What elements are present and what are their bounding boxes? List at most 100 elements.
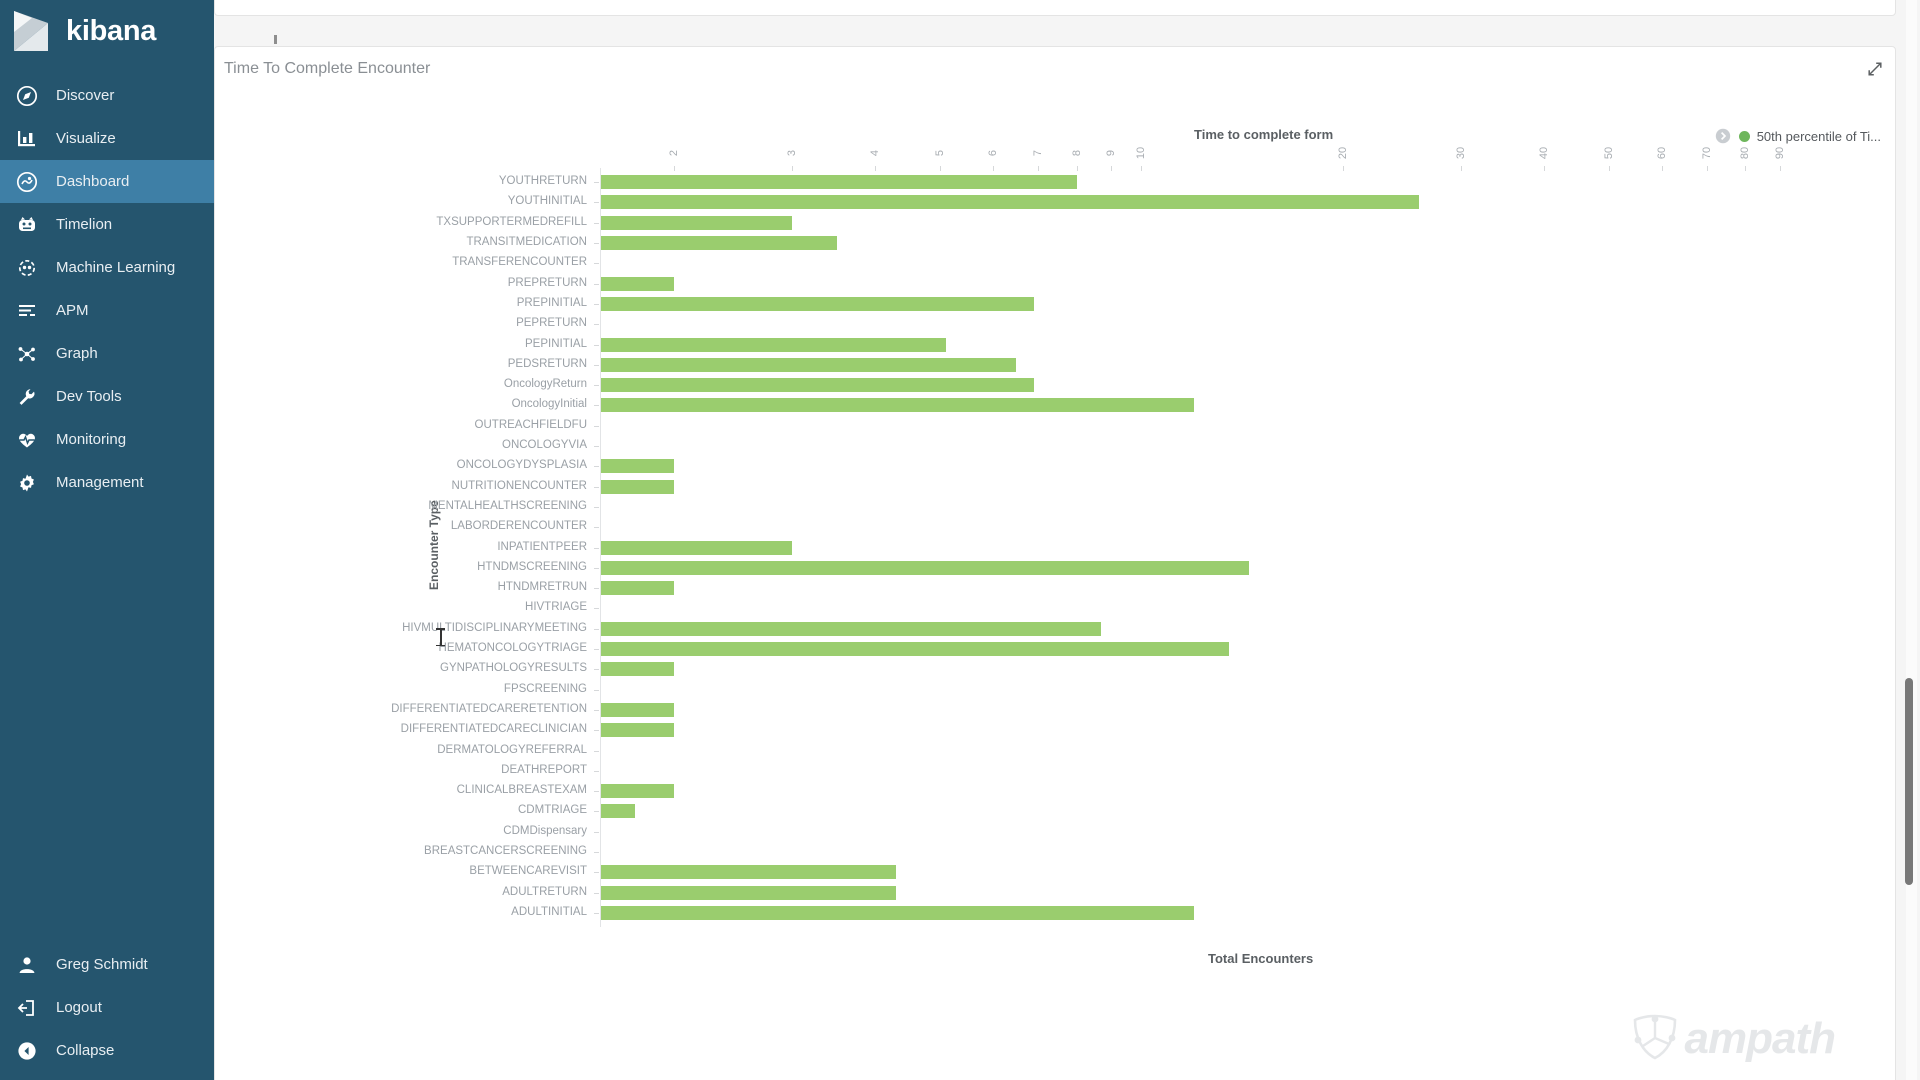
bar[interactable] xyxy=(600,357,1017,372)
bar[interactable] xyxy=(600,723,675,738)
bar[interactable] xyxy=(600,560,1250,575)
x-axis-tick-label: 3 xyxy=(785,149,798,157)
bar[interactable] xyxy=(600,642,1229,657)
y-axis-category-label: CDMDispensary xyxy=(503,824,587,837)
bar[interactable] xyxy=(600,865,897,880)
y-axis-category-label: PREPINITIAL xyxy=(516,296,587,309)
brand-name: kibana xyxy=(66,14,157,47)
sidebar-item-dashboard[interactable]: Dashboard xyxy=(0,160,214,203)
x-axis-tick-mark xyxy=(1342,166,1344,171)
bar[interactable] xyxy=(600,195,1420,210)
x-axis-tick-mark xyxy=(1110,166,1112,171)
y-axis-line xyxy=(600,168,601,928)
panel-above xyxy=(214,0,1896,16)
y-axis-tick-mark xyxy=(594,872,599,874)
sidebar-item-label: Dev Tools xyxy=(56,388,122,405)
sidebar-item-logout[interactable]: Logout xyxy=(0,986,214,1029)
sidebar-item-collapse[interactable]: Collapse xyxy=(0,1029,214,1072)
y-axis-tick-mark xyxy=(594,669,599,671)
y-axis-category-label: DIFFERENTIATEDCARECLINICIAN xyxy=(400,723,587,736)
x-axis-tick-label: 4 xyxy=(869,149,882,157)
bar[interactable] xyxy=(600,662,675,677)
bar[interactable] xyxy=(600,276,675,291)
sidebar-item-timelion[interactable]: Timelion xyxy=(0,203,214,246)
visualization-panel: Time To Complete Encounter Time to compl… xyxy=(214,46,1896,1080)
sidebar-item-monitoring[interactable]: Monitoring xyxy=(0,418,214,461)
bar[interactable] xyxy=(600,702,675,717)
y-axis-tick-mark xyxy=(594,527,599,529)
y-axis-tick-mark xyxy=(594,912,599,914)
sidebar-item-label: Dashboard xyxy=(56,173,130,190)
bar[interactable] xyxy=(600,236,837,251)
y-axis-category-label: TRANSITMEDICATION xyxy=(466,236,587,249)
heartbeat-icon xyxy=(14,427,40,453)
sidebar-item-dev-tools[interactable]: Dev Tools xyxy=(0,375,214,418)
y-axis-category-label: BETWEENCAREVISIT xyxy=(469,865,587,878)
bar[interactable] xyxy=(600,459,675,474)
bar[interactable] xyxy=(600,885,897,900)
x-axis-tick-label: 20 xyxy=(1336,146,1349,160)
sidebar-item-label: Greg Schmidt xyxy=(56,956,148,973)
bar[interactable] xyxy=(600,479,675,494)
x-axis-tick-label: 90 xyxy=(1773,146,1786,160)
logout-icon xyxy=(14,995,40,1021)
expand-arrows-icon[interactable] xyxy=(1863,57,1887,81)
sidebar-item-label: APM xyxy=(56,302,89,319)
y-axis-tick-mark xyxy=(594,303,599,305)
y-axis-tick-mark xyxy=(594,486,599,488)
bar[interactable] xyxy=(600,581,675,596)
bar[interactable] xyxy=(600,378,1034,393)
y-axis-category-label: OUTREACHFIELDFU xyxy=(474,418,587,431)
y-axis-category-label: DIFFERENTIATEDCARERETENTION xyxy=(391,702,587,715)
sidebar-item-visualize[interactable]: Visualize xyxy=(0,117,214,160)
bar[interactable] xyxy=(600,621,1102,636)
y-axis-tick-mark xyxy=(594,222,599,224)
y-axis-category-label: NUTRITIONENCOUNTER xyxy=(451,479,587,492)
bar[interactable] xyxy=(600,337,946,352)
legend-item-label[interactable]: 50th percentile of Ti... xyxy=(1757,129,1881,144)
vertical-scrollbar-track[interactable] xyxy=(1905,0,1917,1080)
sidebar-item-label: Visualize xyxy=(56,130,116,147)
bar[interactable] xyxy=(600,905,1195,920)
y-axis-tick-mark xyxy=(594,649,599,651)
sidebar-item-management[interactable]: Management xyxy=(0,461,214,504)
y-axis-tick-mark xyxy=(594,283,599,285)
x-axis-tick-mark xyxy=(1706,166,1708,171)
y-axis-tick-mark xyxy=(594,588,599,590)
x-axis-tick-mark xyxy=(1608,166,1610,171)
sidebar-item-label: Monitoring xyxy=(56,431,127,448)
sidebar-item-graph[interactable]: Graph xyxy=(0,332,214,375)
y-axis-tick-mark xyxy=(594,263,599,265)
x-axis-tick-mark xyxy=(1076,166,1078,171)
chevron-right-circle-icon[interactable] xyxy=(1714,127,1732,145)
y-axis-tick-mark xyxy=(594,791,599,793)
x-axis-title: Time to complete form xyxy=(1194,127,1334,142)
sidebar-item-label: Management xyxy=(56,474,144,491)
bar[interactable] xyxy=(600,175,1077,190)
x-axis-tick-label: 70 xyxy=(1700,146,1713,160)
sidebar-item-discover[interactable]: Discover xyxy=(0,74,214,117)
y-axis-category-label: ADULTINITIAL xyxy=(511,905,587,918)
page-title: Time To Complete Encounter xyxy=(224,60,431,77)
bar[interactable] xyxy=(600,540,792,555)
y-axis-category-label: PEPINITIAL xyxy=(525,337,587,350)
bar[interactable] xyxy=(600,784,675,799)
wrench-icon xyxy=(14,384,40,410)
sidebar-item-user[interactable]: Greg Schmidt xyxy=(0,943,214,986)
horizontal-bar-chart: Time to complete form Total Encounters 5… xyxy=(215,83,1895,1080)
x-axis-tick-label: 30 xyxy=(1454,146,1467,160)
bar[interactable] xyxy=(600,804,636,819)
bar[interactable] xyxy=(600,398,1195,413)
bar[interactable] xyxy=(600,215,792,230)
sidebar-item-machine-learning[interactable]: Machine Learning xyxy=(0,246,214,289)
sidebar-item-label: Logout xyxy=(56,999,102,1016)
x-axis-tick-label: 2 xyxy=(668,149,681,157)
y-axis-tick-mark xyxy=(594,324,599,326)
y-axis-category-label: CDMTRIAGE xyxy=(518,804,587,817)
y-axis-category-label: YOUTHINITIAL xyxy=(507,195,587,208)
y-axis-tick-mark xyxy=(594,831,599,833)
vertical-scrollbar-thumb[interactable] xyxy=(1905,678,1913,885)
bar[interactable] xyxy=(600,296,1034,311)
sidebar-item-apm[interactable]: APM xyxy=(0,289,214,332)
